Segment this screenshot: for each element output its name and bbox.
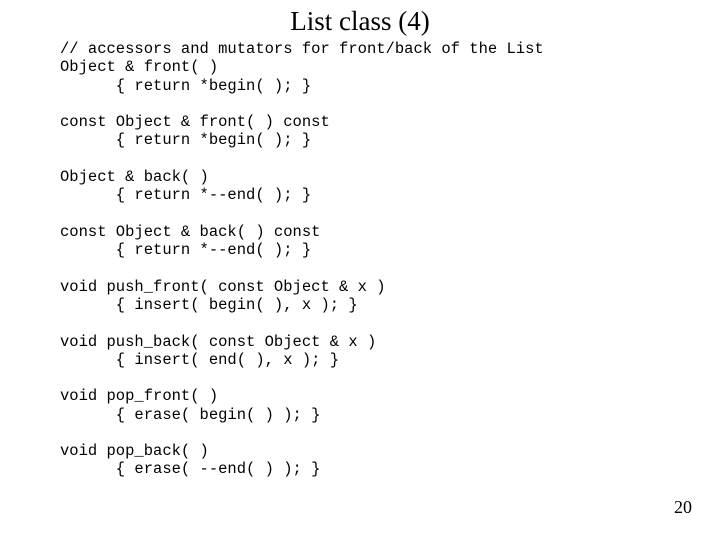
code-block: // accessors and mutators for front/back… <box>60 40 544 479</box>
page-number: 20 <box>674 497 692 518</box>
slide-title: List class (4) <box>0 6 720 37</box>
slide: List class (4) // accessors and mutators… <box>0 0 720 540</box>
